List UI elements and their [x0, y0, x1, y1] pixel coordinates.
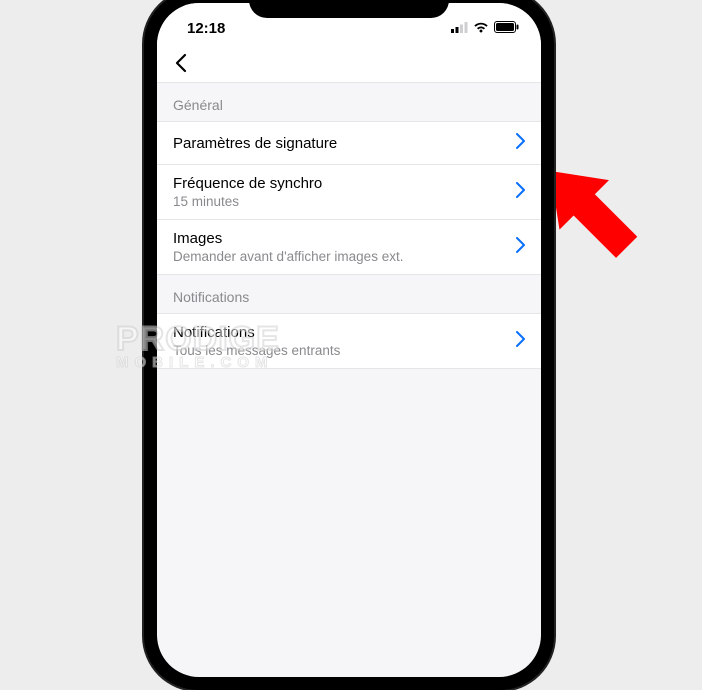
row-subtitle: 15 minutes: [173, 194, 322, 209]
chevron-right-icon: [516, 133, 525, 154]
row-title: Images: [173, 230, 403, 247]
status-time: 12:18: [187, 20, 225, 37]
row-subtitle: Demander avant d'afficher images ext.: [173, 249, 403, 264]
row-images[interactable]: Images Demander avant d'afficher images …: [157, 220, 541, 275]
nav-bar: [157, 43, 541, 83]
row-signature-settings[interactable]: Paramètres de signature: [157, 121, 541, 165]
back-button[interactable]: [169, 51, 193, 75]
annotation-arrow: [556, 158, 686, 293]
row-title: Paramètres de signature: [173, 135, 337, 152]
arrow-icon: [556, 158, 686, 288]
battery-icon: [494, 20, 519, 37]
chevron-right-icon: [516, 237, 525, 258]
chevron-right-icon: [516, 182, 525, 203]
chevron-left-icon: [174, 53, 188, 73]
row-sync-frequency[interactable]: Fréquence de synchro 15 minutes: [157, 165, 541, 220]
row-subtitle: Tous les messages entrants: [173, 343, 340, 358]
chevron-right-icon: [516, 331, 525, 352]
row-title: Fréquence de synchro: [173, 175, 322, 192]
screen: 12:18 Général Paramètres de signat: [157, 3, 541, 677]
section-header-notifications: Notifications: [157, 275, 541, 313]
row-title: Notifications: [173, 324, 340, 341]
notch: [249, 0, 449, 18]
wifi-icon: [473, 20, 489, 37]
status-icons: [451, 20, 519, 37]
phone-frame: 12:18 Général Paramètres de signat: [144, 0, 554, 690]
cellular-icon: [451, 20, 468, 37]
row-notifications[interactable]: Notifications Tous les messages entrants: [157, 313, 541, 369]
section-header-general: Général: [157, 83, 541, 121]
